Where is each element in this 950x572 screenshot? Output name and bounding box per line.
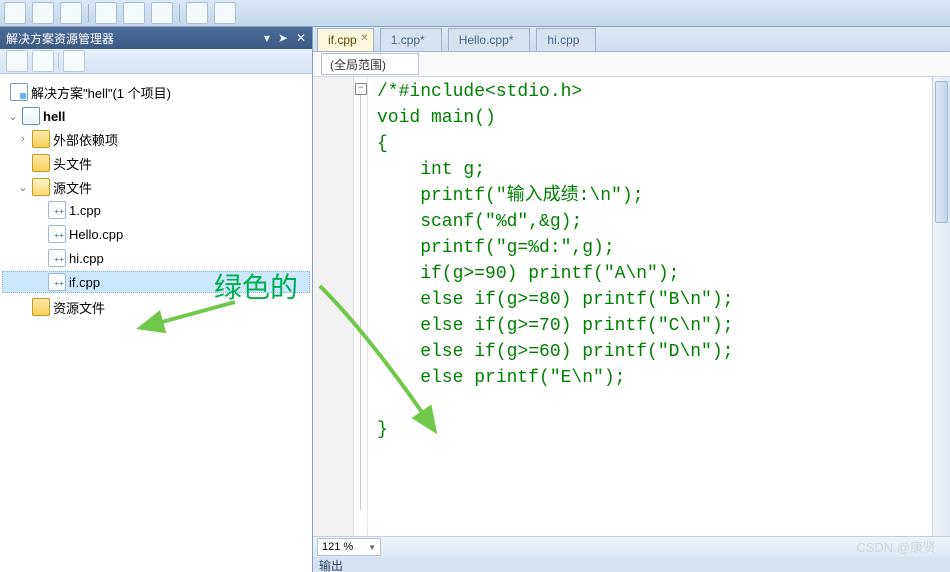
- cpp-file-icon: [48, 273, 66, 291]
- scrollbar-thumb[interactable]: [935, 81, 948, 223]
- folder-icon: [32, 154, 50, 172]
- toolbar-icon[interactable]: [151, 2, 173, 24]
- output-panel-header[interactable]: 输出: [313, 557, 950, 572]
- solution-label: 解决方案"hell"(1 个项目): [31, 83, 171, 102]
- solution-explorer-toolbar: [0, 49, 312, 74]
- cpp-file-icon: [48, 201, 66, 219]
- folder-source-files[interactable]: ⌄ 源文件: [2, 176, 310, 198]
- pin-icon[interactable]: ➤: [278, 31, 288, 45]
- file-tab-active[interactable]: if.cpp✕: [317, 28, 374, 51]
- solution-tree: 解决方案"hell"(1 个项目) ⌄ hell › 外部依赖项: [0, 74, 312, 572]
- expand-caret-icon[interactable]: ⌄: [17, 181, 29, 194]
- expand-caret-icon[interactable]: ›: [17, 133, 29, 145]
- watermark: CSDN @康贤: [856, 537, 936, 556]
- folder-header-files[interactable]: 头文件: [2, 152, 310, 174]
- fold-guide: [360, 95, 361, 510]
- editor-tabbar: if.cpp✕ 1.cpp* Hello.cpp* hi.cpp: [313, 27, 950, 52]
- close-icon[interactable]: ✕: [296, 31, 306, 45]
- toolbar-icon[interactable]: [4, 2, 26, 24]
- tab-close-icon[interactable]: ✕: [360, 33, 368, 44]
- scope-combo[interactable]: (全局范围): [321, 53, 419, 75]
- zoom-combo[interactable]: 121 %▼: [317, 538, 381, 556]
- dropdown-icon[interactable]: ▾: [264, 31, 270, 45]
- project-icon: [22, 107, 40, 125]
- file-tab[interactable]: 1.cpp*: [380, 28, 442, 51]
- panel-title: 解决方案资源管理器: [6, 30, 114, 47]
- fold-toggle-icon[interactable]: −: [355, 83, 367, 95]
- project-node[interactable]: ⌄ hell: [2, 105, 310, 127]
- annotation-text: 绿色的: [214, 266, 298, 306]
- se-toolbar-icon[interactable]: [63, 50, 85, 72]
- se-toolbar-icon[interactable]: [32, 50, 54, 72]
- editor-status-bar: 121 %▼: [313, 536, 950, 557]
- toolbar-icon[interactable]: [95, 2, 117, 24]
- toolbar-icon[interactable]: [32, 2, 54, 24]
- cpp-file-icon: [48, 249, 66, 267]
- folder-external-deps[interactable]: › 外部依赖项: [2, 128, 310, 150]
- dropdown-arrow-icon[interactable]: ▼: [368, 543, 376, 552]
- folder-icon: [32, 298, 50, 316]
- file-tab[interactable]: hi.cpp: [536, 28, 596, 51]
- solution-explorer-title-bar[interactable]: 解决方案资源管理器 ▾ ➤ ✕: [0, 27, 312, 49]
- cpp-file-icon: [48, 225, 66, 243]
- vertical-scrollbar[interactable]: [932, 77, 950, 536]
- se-toolbar-icon[interactable]: [6, 50, 28, 72]
- file-node[interactable]: 1.cpp: [2, 199, 310, 221]
- folder-icon: [32, 130, 50, 148]
- file-tab[interactable]: Hello.cpp*: [448, 28, 531, 51]
- editor-area: if.cpp✕ 1.cpp* Hello.cpp* hi.cpp (全局范围) …: [313, 27, 950, 572]
- toolbar-separator: [179, 4, 180, 22]
- project-label: hell: [43, 109, 65, 124]
- code-text[interactable]: /*#include<stdio.h> void main() { int g;…: [371, 79, 932, 443]
- folder-open-icon: [32, 178, 50, 196]
- toolbar-icon[interactable]: [214, 2, 236, 24]
- toolbar-icon[interactable]: [123, 2, 145, 24]
- editor-gutter: [313, 77, 354, 536]
- solution-icon: [10, 83, 28, 101]
- file-node[interactable]: Hello.cpp: [2, 223, 310, 245]
- toolbar-icon[interactable]: [186, 2, 208, 24]
- toolbar-icon[interactable]: [60, 2, 82, 24]
- toolbar-separator: [88, 4, 89, 22]
- code-editor[interactable]: − /*#include<stdio.h> void main() { int …: [313, 77, 950, 536]
- expand-caret-icon[interactable]: ⌄: [7, 110, 19, 123]
- scope-bar: (全局范围): [313, 52, 950, 77]
- app-toolbar: [0, 0, 950, 27]
- solution-node[interactable]: 解决方案"hell"(1 个项目): [2, 81, 310, 103]
